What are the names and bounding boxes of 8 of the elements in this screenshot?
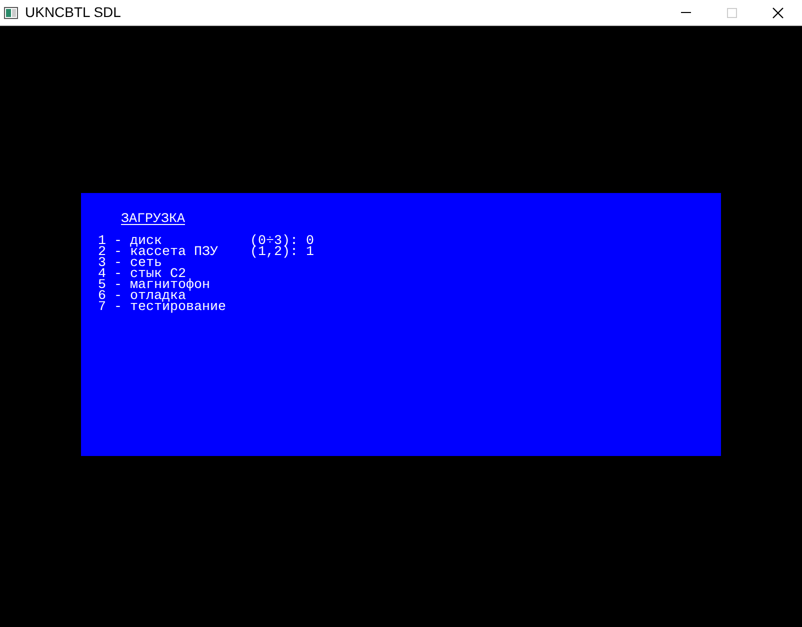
app-icon — [4, 6, 18, 18]
maximize-icon — [727, 8, 737, 18]
option-value: (1,2): 1 — [250, 247, 314, 258]
minimize-icon — [681, 12, 691, 13]
close-icon — [772, 6, 784, 18]
window-title: UKNCBTL SDL — [25, 3, 121, 22]
option-value: (0÷3): 0 — [250, 236, 314, 247]
menu-title: ЗАГРУЗКА — [121, 214, 185, 225]
